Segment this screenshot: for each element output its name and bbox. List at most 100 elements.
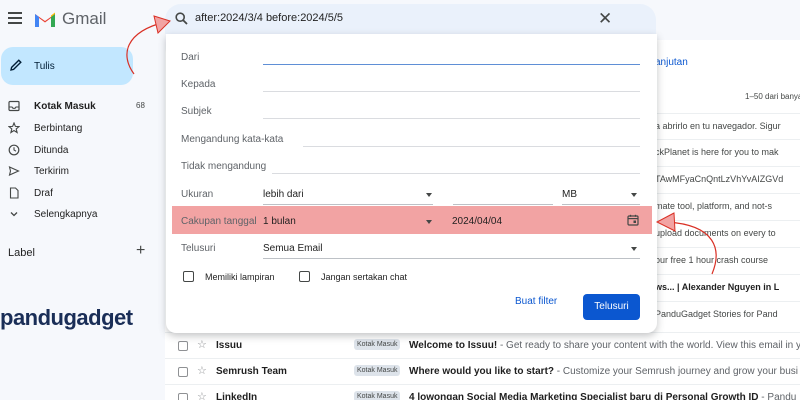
table-row[interactable]: ☆ Semrush Team Kotak Masuk Where would you … xyxy=(165,358,800,384)
sender-name: Semrush Team xyxy=(216,366,287,377)
from-field[interactable]: Dari xyxy=(166,46,657,70)
size-operator-underline xyxy=(263,204,433,205)
sidebar-item-label: Selengkapnya xyxy=(34,209,98,220)
mail-snippet[interactable]: ws... | Alexander Nguyen in L xyxy=(655,282,779,292)
to-label: Kepada xyxy=(181,79,216,90)
unread-count: 68 xyxy=(136,101,145,110)
has-attachment-checkbox[interactable] xyxy=(183,271,194,282)
add-label-button[interactable]: + xyxy=(136,242,145,260)
search-icon[interactable] xyxy=(175,12,188,25)
snippet-text: - Customize your Semrush journey and gro… xyxy=(554,366,799,377)
search-in-underline xyxy=(263,258,640,259)
subject-field[interactable]: Subjek xyxy=(166,100,657,124)
gmail-logo[interactable]: Gmail xyxy=(34,9,106,29)
clock-icon xyxy=(8,144,20,156)
size-unit-select[interactable]: MB xyxy=(562,189,577,200)
inbox-tag: Kotak Masuk xyxy=(354,365,401,376)
advanced-search-panel: Dari Kepada Subjek Mengandung kata-kata … xyxy=(166,34,657,333)
sidebar-item-label: Terkirim xyxy=(34,166,69,177)
mail-subject: Where would you like to start? - Customi… xyxy=(409,366,800,377)
main-menu-icon[interactable] xyxy=(8,12,22,26)
mail-subject: Welcome to Issuu! - Get ready to share y… xyxy=(409,340,800,351)
date-range-label: Cakupan tanggal xyxy=(181,216,257,227)
star-icon[interactable]: ☆ xyxy=(197,364,207,377)
search-bar[interactable]: after:2024/3/4 before:2024/5/5 ✕ xyxy=(165,4,656,34)
sidebar-item-label: Draf xyxy=(34,188,53,199)
sidebar-item-label: Berbintang xyxy=(34,123,83,134)
mail-snippet[interactable]: a abrirlo en tu navegador. Sigur xyxy=(655,121,781,131)
star-icon xyxy=(8,122,20,134)
watermark-logo: pandugadget xyxy=(0,305,133,330)
draft-icon xyxy=(9,187,19,199)
mail-snippet[interactable]: mate tool, platform, and not-s xyxy=(655,201,772,211)
send-icon xyxy=(8,166,20,176)
sidebar-item-label: Kotak Masuk xyxy=(34,101,96,112)
chevron-down-icon xyxy=(10,212,18,217)
sidebar-item-label: Ditunda xyxy=(34,145,69,156)
sidebar-item-starred[interactable]: Berbintang xyxy=(8,120,148,138)
row-checkbox[interactable] xyxy=(178,393,188,400)
search-in-select[interactable]: Semua Email xyxy=(263,243,322,254)
size-label: Ukuran xyxy=(181,189,214,200)
create-filter-button[interactable]: Buat filter xyxy=(515,296,557,307)
pencil-icon xyxy=(10,59,22,71)
row-divider xyxy=(655,193,800,194)
row-divider xyxy=(655,113,800,114)
from-label: Dari xyxy=(181,52,200,63)
mail-subject: 4 lowongan Social Media Marketing Specia… xyxy=(409,392,800,400)
sidebar-item-inbox[interactable]: Kotak Masuk 68 xyxy=(8,98,148,116)
inbox-tag: Kotak Masuk xyxy=(354,339,401,350)
calendar-icon[interactable] xyxy=(627,214,639,226)
subject-label: Subjek xyxy=(181,106,212,117)
compose-button[interactable]: Tulis xyxy=(1,47,133,85)
table-row[interactable]: ☆ LinkedIn Kotak Masuk 4 lowongan Social Me… xyxy=(165,384,800,400)
mail-snippet[interactable]: upload documents on every to xyxy=(655,228,776,238)
sidebar-item-snoozed[interactable]: Ditunda xyxy=(8,142,148,160)
subject-text: Where would you like to start? xyxy=(409,366,555,377)
row-divider xyxy=(655,274,800,275)
has-words-field[interactable]: Mengandung kata-kata xyxy=(166,128,657,152)
row-checkbox[interactable] xyxy=(178,341,188,351)
table-row[interactable]: ☆ Issuu Kotak Masuk Welcome to Issuu! - Get… xyxy=(165,332,800,358)
snippet-text: - Get ready to share your content with t… xyxy=(497,340,800,351)
sidebar-item-drafts[interactable]: Draf xyxy=(8,185,148,203)
sidebar-item-more[interactable]: Selengkapnya xyxy=(8,206,148,224)
size-operator-select[interactable]: lebih dari xyxy=(263,189,304,200)
chevron-down-icon[interactable] xyxy=(426,220,432,224)
date-input[interactable]: 2024/04/04 xyxy=(452,216,502,227)
row-checkbox[interactable] xyxy=(178,367,188,377)
doesnt-have-label: Tidak mengandung xyxy=(181,161,267,172)
mail-snippet[interactable]: ckPlanet is here for you to mak xyxy=(655,147,779,157)
search-input[interactable]: after:2024/3/4 before:2024/5/5 xyxy=(195,12,343,24)
sender-name: LinkedIn xyxy=(216,392,258,400)
doesnt-have-field[interactable]: Tidak mengandung xyxy=(166,155,657,179)
row-divider xyxy=(655,166,800,167)
mail-snippet[interactable]: our free 1 hour crash course xyxy=(655,255,768,265)
search-button[interactable]: Telusuri xyxy=(583,294,640,320)
snippet-text: - Pandu xyxy=(758,392,797,400)
row-divider xyxy=(655,301,800,302)
chevron-down-icon[interactable] xyxy=(426,193,432,197)
to-field[interactable]: Kepada xyxy=(166,73,657,97)
inbox-tag: Kotak Masuk xyxy=(354,391,401,400)
subject-text: 4 lowongan Social Media Marketing Specia… xyxy=(409,392,759,400)
sidebar-item-sent[interactable]: Terkirim xyxy=(8,163,148,181)
subject-text: Welcome to Issuu! xyxy=(409,340,498,351)
chevron-down-icon[interactable] xyxy=(631,247,637,251)
exclude-chats-checkbox[interactable] xyxy=(299,271,310,282)
chevron-down-icon[interactable] xyxy=(631,193,637,197)
star-icon[interactable]: ☆ xyxy=(197,390,207,400)
mail-snippet[interactable]: TAwMFyaCnQntLzVhYvAIZGVd xyxy=(655,174,783,184)
advanced-options-link[interactable]: anjutan xyxy=(655,57,688,68)
compose-label: Tulis xyxy=(34,61,55,72)
date-range-select[interactable]: 1 bulan xyxy=(263,216,296,227)
gmail-m-icon xyxy=(35,12,55,27)
inbox-icon xyxy=(8,100,20,112)
star-icon[interactable]: ☆ xyxy=(197,338,207,351)
search-in-label: Telusuri xyxy=(181,243,216,254)
close-icon[interactable]: ✕ xyxy=(598,9,612,29)
labels-heading: Label xyxy=(8,247,35,259)
mail-snippet[interactable]: PanduGadget Stories for Pand xyxy=(655,309,778,319)
row-divider xyxy=(655,247,800,248)
row-divider xyxy=(655,139,800,140)
